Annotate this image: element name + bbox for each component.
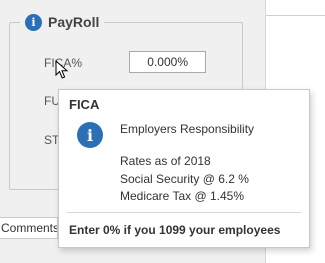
info-icon[interactable]: i bbox=[25, 13, 42, 31]
tooltip-social-security: Social Security @ 6.2 % bbox=[120, 172, 249, 186]
comments-tab[interactable]: Comments bbox=[0, 217, 58, 239]
divider bbox=[266, 15, 325, 16]
tooltip-heading: Employers Responsibility bbox=[120, 122, 255, 136]
tooltip-separator bbox=[67, 212, 301, 213]
comments-tab-label: Comments bbox=[1, 221, 58, 235]
tooltip-footer: Enter 0% if you 1099 your employees bbox=[69, 223, 281, 237]
tooltip-title: FICA bbox=[69, 97, 100, 112]
fica-input[interactable] bbox=[129, 51, 206, 73]
tooltip-medicare: Medicare Tax @ 1.45% bbox=[120, 189, 245, 203]
tooltip-rates-line: Rates as of 2018 bbox=[120, 154, 211, 168]
fica-tooltip: FICA i Employers Responsibility Rates as… bbox=[58, 89, 310, 248]
info-icon: i bbox=[77, 122, 103, 148]
mouse-pointer-icon bbox=[55, 60, 69, 79]
payroll-group-header: i PayRoll bbox=[20, 12, 105, 32]
group-title: PayRoll bbox=[48, 14, 100, 30]
